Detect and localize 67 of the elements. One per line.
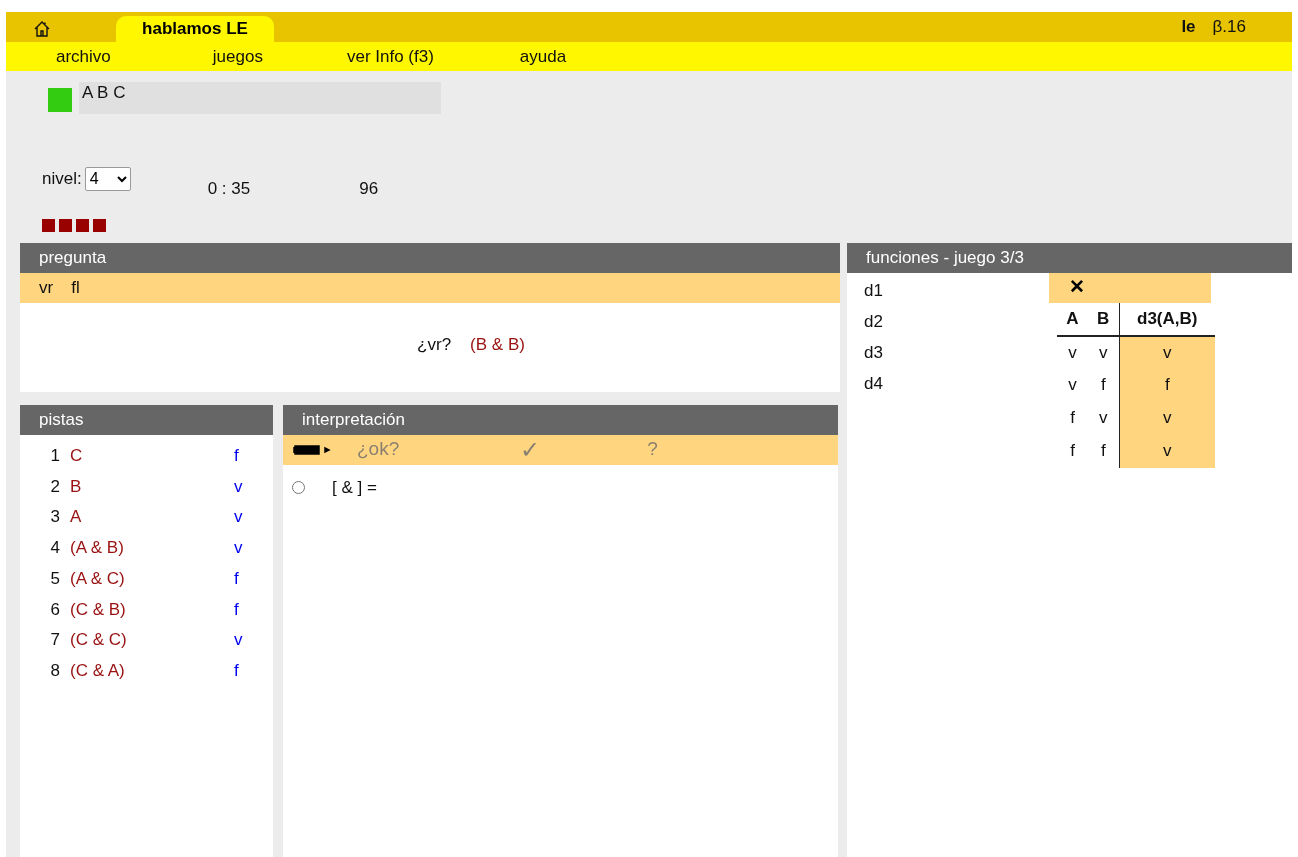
table-cell: v <box>1088 401 1119 435</box>
table-header: d3(A,B) <box>1119 302 1215 336</box>
clue-value: f <box>234 567 239 590</box>
question-text: ¿vr? <box>417 333 452 356</box>
version-label: β.16 <box>1212 16 1246 39</box>
clue-value: f <box>234 659 239 682</box>
clue-formula: B <box>70 475 83 498</box>
level-select[interactable]: 4 <box>84 166 131 191</box>
close-button[interactable]: ✕ <box>1069 273 1085 302</box>
menu-item[interactable]: archivo <box>56 43 111 70</box>
clue-value: v <box>234 537 243 560</box>
clue-value: v <box>234 629 243 652</box>
menu-item[interactable]: ver Info (f3) <box>346 43 434 70</box>
clue-value: f <box>234 445 239 468</box>
table-cell: v <box>1119 401 1215 435</box>
answer-tab[interactable]: fl <box>71 274 80 301</box>
clue-number: 5 <box>49 567 60 590</box>
table-cell: v <box>1088 335 1119 369</box>
letters-field[interactable]: A B C <box>79 82 441 114</box>
clue-formula: C <box>70 445 84 468</box>
table-cell: v <box>1119 335 1215 369</box>
table-header: B <box>1088 302 1119 336</box>
table-cell: v <box>1119 434 1215 468</box>
table-cell-text: f <box>1069 407 1076 430</box>
clue-number: 3 <box>49 506 60 529</box>
table-cell: f <box>1088 434 1119 468</box>
clue-formula: (C & B) <box>70 598 127 621</box>
question-formula: (B & B) <box>470 333 525 356</box>
function-item[interactable]: d1 <box>864 274 1049 306</box>
clue-number: 1 <box>49 445 60 468</box>
panel-title: pregunta <box>20 242 840 273</box>
app-tab[interactable]: hablamos LE <box>116 16 274 42</box>
function-item[interactable]: d3 <box>864 336 1049 368</box>
timer: 0 : 35 <box>207 178 251 200</box>
score: 96 <box>359 178 379 200</box>
interpretation-line: [ & ] = <box>332 476 377 499</box>
table-cell: v <box>1057 335 1088 369</box>
table-header: A <box>1057 302 1088 336</box>
clue-value: f <box>234 598 239 621</box>
function-item[interactable]: d2 <box>864 305 1049 337</box>
level-label: nivel: <box>42 168 82 190</box>
panel-title: funciones - juego 3/3 <box>847 242 1292 273</box>
function-item[interactable]: d4 <box>864 367 1049 399</box>
clue-formula: (A & C) <box>70 567 126 590</box>
clue-formula: (C & A) <box>70 659 126 682</box>
panel-title: interpretación <box>283 404 838 435</box>
answer-tab[interactable]: vr <box>39 274 54 301</box>
clue-number: 8 <box>49 659 60 682</box>
clue-number: 4 <box>49 537 60 560</box>
clue-formula: A <box>70 506 83 529</box>
menu-item[interactable]: ayuda <box>519 43 567 70</box>
clue-number: 7 <box>49 629 60 652</box>
clue-number: 2 <box>49 475 60 498</box>
clue-value: v <box>234 475 243 498</box>
table-cell: f <box>1088 368 1119 402</box>
home-icon <box>33 20 51 38</box>
table-cell-text: f <box>1069 440 1076 463</box>
line-radio[interactable] <box>292 480 305 494</box>
clue-value: v <box>234 506 243 529</box>
user-name: le <box>1181 16 1196 39</box>
clue-formula: (C & C) <box>70 629 128 652</box>
menu-item[interactable]: juegos <box>212 43 263 70</box>
panel-title: pistas <box>20 404 273 435</box>
table-cell: f <box>1119 368 1215 402</box>
clue-formula: (A & B) <box>70 537 125 560</box>
table-cell-text: v <box>1067 374 1078 397</box>
clue-number: 6 <box>49 598 60 621</box>
